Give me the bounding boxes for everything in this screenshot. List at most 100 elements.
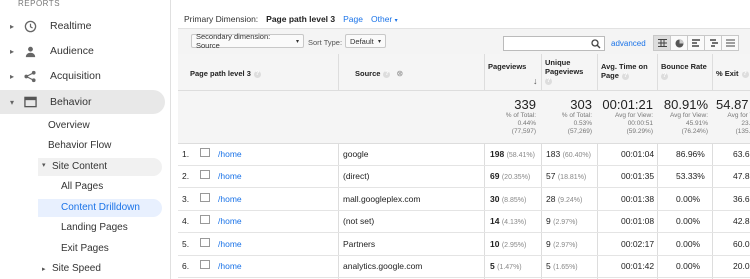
help-icon: ? [741, 70, 749, 78]
column-header-bounce-rate[interactable]: Bounce Rate? [661, 62, 707, 80]
primary-dimension-page-link[interactable]: Page [343, 14, 363, 24]
sidebar-subitem-site-speed[interactable]: Site Speed [52, 263, 101, 274]
performance-view-icon[interactable] [687, 35, 705, 51]
pageviews-pct: (2.95%) [501, 242, 527, 249]
table-view-icon[interactable] [653, 35, 671, 51]
source-cell: analytics.google.com [343, 261, 423, 271]
sidebar-subitem-overview[interactable]: Overview [48, 120, 90, 131]
advanced-filter-link[interactable]: advanced [611, 39, 646, 48]
source-cell: (not set) [343, 216, 375, 226]
chevron-right-icon: ▸ [9, 21, 14, 31]
sort-type-dropdown[interactable]: Default ▾ [345, 34, 386, 48]
row-chart-checkbox[interactable] [200, 215, 210, 226]
pivot-view-icon[interactable] [721, 35, 739, 51]
chevron-right-icon: ▸ [9, 46, 14, 56]
sidebar-item-label: Realtime [50, 20, 92, 32]
sidebar-subitem-site-content[interactable]: Site Content [52, 161, 107, 172]
primary-dimension-label: Primary Dimension: [184, 14, 259, 24]
chevron-right-icon: ▸ [42, 266, 46, 273]
column-header-pageviews[interactable]: Pageviews [488, 62, 526, 71]
row-chart-checkbox[interactable] [200, 148, 210, 159]
page-path-link[interactable]: /home [218, 261, 242, 271]
sidebar-subitem-all-pages[interactable]: All Pages [61, 181, 103, 192]
table-row[interactable]: 4. /home (not set) 14 (4.13%) 9 (2.97%) 00:01… [178, 210, 750, 233]
unique-pageviews-cell: 9 [546, 216, 551, 226]
total-unique-pageviews: 303 [570, 97, 592, 112]
pageviews-cell: 69 [490, 171, 500, 181]
avg-time-cell: 00:02:17 [621, 239, 655, 249]
table-header: Page path level 3? Source? ⊗ Pageviews ↓ … [178, 54, 750, 91]
row-chart-checkbox[interactable] [200, 193, 210, 204]
column-header-unique-pageviews[interactable]: Unique Pageviews? [545, 58, 583, 85]
unique-pageviews-cell: 28 [546, 194, 556, 204]
exit-cell: 63.6 [733, 149, 750, 159]
chevron-down-icon: ▾ [9, 97, 14, 107]
search-icon[interactable] [588, 36, 604, 51]
exit-cell: 20.0 [733, 261, 750, 271]
column-header-source[interactable]: Source? ⊗ [355, 69, 403, 78]
column-header-exit[interactable]: % Exit? [716, 69, 749, 78]
exit-cell: 42.8 [733, 216, 750, 226]
row-number: 2. [182, 171, 190, 181]
page-path-link[interactable]: /home [218, 149, 242, 159]
bounce-rate-cell: 0.00% [676, 216, 701, 226]
table-row[interactable]: 1. /home google 198 (58.41%) 183 (60.40%) 00:… [178, 143, 750, 166]
page-path-link[interactable]: /home [218, 239, 242, 249]
sidebar-item-behavior[interactable]: ▾ Behavior [0, 90, 165, 114]
sidebar-subitem-exit-pages[interactable]: Exit Pages [61, 243, 109, 254]
table-row[interactable]: 2. /home (direct) 69 (20.35%) 57 (18.81%) 00:… [178, 165, 750, 188]
sidebar-item-label: Acquisition [50, 70, 101, 82]
source-cell: mall.googleplex.com [343, 194, 421, 204]
primary-dimension-selected[interactable]: Page path level 3 [266, 14, 335, 24]
help-icon: ? [621, 72, 629, 80]
unique-pageviews-pct: (60.40%) [562, 152, 591, 159]
row-chart-checkbox[interactable] [200, 260, 210, 271]
exit-cell: 60.0 [733, 239, 750, 249]
page-path-link[interactable]: /home [218, 171, 242, 181]
chevron-right-icon: ▸ [9, 71, 14, 81]
remove-dimension-icon[interactable]: ⊗ [396, 69, 403, 78]
sidebar-item-realtime[interactable]: ▸ Realtime [0, 14, 165, 38]
sidebar-subitem-landing-pages[interactable]: Landing Pages [61, 222, 128, 233]
unique-pageviews-pct: (2.97%) [553, 242, 578, 249]
person-icon [22, 43, 38, 59]
page-path-link[interactable]: /home [218, 194, 242, 204]
secondary-dimension-dropdown[interactable]: Secondary dimension: Source ▾ [191, 32, 304, 50]
total-avg-time: 00:01:21 [602, 97, 653, 112]
row-number: 5. [182, 239, 190, 249]
unique-pageviews-pct: (2.97%) [553, 219, 578, 226]
table-row[interactable]: 3. /home mall.googleplex.com 30 (8.85%) 28 (… [178, 188, 750, 211]
help-icon: ? [545, 77, 552, 85]
unique-pageviews-pct: (18.81%) [557, 174, 587, 181]
unique-pageviews-cell: 9 [546, 239, 551, 249]
column-header-page-path[interactable]: Page path level 3? [190, 69, 261, 78]
help-icon: ? [253, 70, 261, 78]
sidebar-item-label: Audience [50, 45, 94, 57]
clock-icon [22, 18, 38, 34]
sidebar-subitem-behavior-flow[interactable]: Behavior Flow [48, 140, 111, 151]
acquisition-icon [22, 68, 38, 84]
total-bounce-detail: Avg for View: 45.91% (76.24%) [669, 112, 708, 135]
total-pageviews-detail: % of Total: 0.44% (77,597) [505, 112, 536, 135]
table-row[interactable]: 6./home analytics.google.com 5 (1.47%) 5 (1… [178, 255, 750, 278]
pageviews-pct: (4.13%) [501, 219, 527, 226]
page-path-link[interactable]: /home [218, 216, 242, 226]
sidebar-item-acquisition[interactable]: ▸ Acquisition [0, 64, 165, 88]
unique-pageviews-cell: 57 [546, 171, 556, 181]
comparison-view-icon[interactable] [704, 35, 722, 51]
primary-dimension-other-link[interactable]: Other ▾ [371, 14, 398, 24]
row-chart-checkbox[interactable] [200, 238, 210, 249]
unique-pageviews-pct: (9.24%) [557, 197, 583, 204]
sidebar-subitem-content-drilldown[interactable]: Content Drilldown [61, 202, 140, 213]
avg-time-cell: 00:01:42 [621, 261, 655, 271]
column-header-avg-time[interactable]: Avg. Time on Page? [601, 62, 648, 80]
sidebar-item-label: Behavior [50, 96, 92, 108]
bounce-rate-cell: 53.33% [676, 171, 705, 181]
row-chart-checkbox[interactable] [200, 170, 210, 181]
help-icon: ? [661, 72, 668, 80]
sidebar-item-audience[interactable]: ▸ Audience [0, 39, 165, 63]
chevron-down-icon: ▾ [377, 38, 381, 45]
table-row[interactable]: 5. /home Partners 10 (2.95%) 9 (2.97%) 00:02:… [178, 233, 750, 256]
pie-view-icon[interactable] [670, 35, 688, 51]
primary-dimension-bar: Primary Dimension: Page path level 3 Pag… [184, 14, 398, 24]
